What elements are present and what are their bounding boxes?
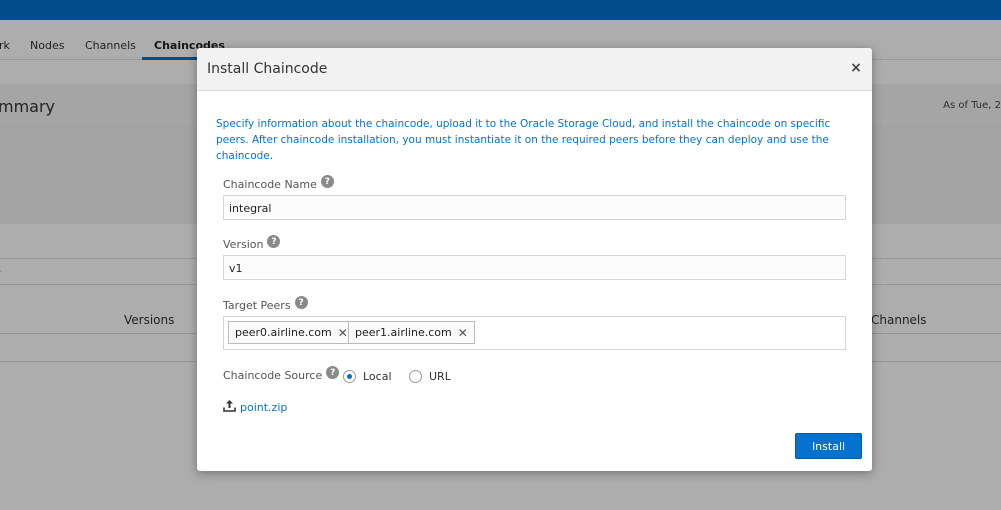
peer-chip-label: peer0.airline.com (235, 326, 332, 339)
radio-local-label[interactable]: Local (363, 370, 392, 383)
chaincode-name-input[interactable]: integral (223, 195, 846, 220)
dialog-header: Install Chaincode × (197, 48, 872, 91)
upload-icon[interactable] (223, 399, 236, 415)
radio-local[interactable] (343, 370, 356, 383)
target-peers-label: Target Peers ? (223, 296, 308, 312)
radio-url-label[interactable]: URL (429, 370, 451, 383)
peer-chip: peer0.airline.com ✕ (228, 321, 355, 344)
peer-chip-label: peer1.airline.com (355, 326, 452, 339)
remove-chip-icon[interactable]: ✕ (338, 326, 348, 340)
version-label: Version ? (223, 235, 281, 251)
version-label-text: Version (223, 238, 264, 251)
source-option-url[interactable]: URL (409, 370, 451, 383)
chaincode-source-label-text: Chaincode Source (223, 369, 323, 382)
version-input[interactable]: v1 (223, 255, 846, 280)
chaincode-source-label: Chaincode Source ? (223, 366, 340, 382)
dialog-description: Specify information about the chaincode,… (216, 118, 831, 162)
install-chaincode-dialog: Install Chaincode × Specify information … (197, 48, 872, 471)
uploaded-file-name[interactable]: point.zip (240, 401, 287, 414)
dialog-title: Install Chaincode (207, 61, 328, 77)
peer-chip: peer1.airline.com ✕ (348, 321, 475, 344)
help-icon[interactable]: ? (320, 175, 334, 188)
uploaded-file[interactable]: point.zip (223, 399, 287, 415)
install-button[interactable]: Install (795, 433, 862, 459)
target-peers-input[interactable]: peer0.airline.com ✕ peer1.airline.com ✕ (223, 316, 846, 350)
chaincode-name-label: Chaincode Name ? (223, 175, 334, 191)
help-icon[interactable]: ? (267, 235, 281, 248)
target-peers-label-text: Target Peers (223, 299, 291, 312)
help-icon[interactable]: ? (294, 296, 308, 309)
chaincode-name-label-text: Chaincode Name (223, 178, 317, 191)
radio-url[interactable] (409, 370, 422, 383)
remove-chip-icon[interactable]: ✕ (458, 326, 468, 340)
close-icon[interactable]: × (848, 60, 864, 76)
source-option-local[interactable]: Local (343, 370, 392, 383)
help-icon[interactable]: ? (326, 366, 340, 379)
